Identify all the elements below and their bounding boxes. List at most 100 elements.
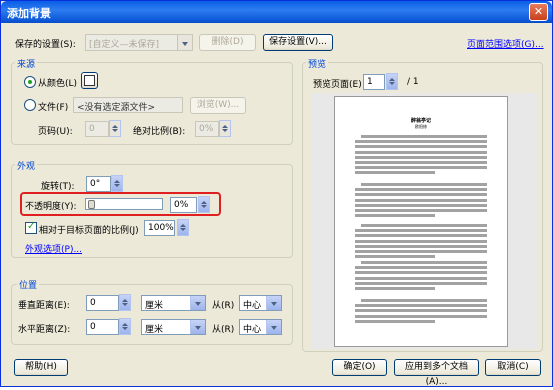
preview-text-line xyxy=(355,198,487,202)
source-group-label: 来源 xyxy=(15,57,38,70)
page-range-options-link[interactable]: 页面范围选项(G)... xyxy=(467,37,544,50)
preview-text-line xyxy=(355,234,487,238)
save-settings-button[interactable]: 保存设置(V)... xyxy=(263,34,333,51)
vertical-distance-field[interactable]: 0 xyxy=(86,295,119,311)
absolute-scale-spinner[interactable] xyxy=(219,120,231,137)
horizontal-from-label: 从(R) xyxy=(212,325,235,335)
preview-page-field[interactable]: 1 xyxy=(363,74,385,90)
appearance-group-label: 外观 xyxy=(15,159,38,172)
page-number-label: 页码(U): xyxy=(38,127,73,137)
close-button[interactable]: ✕ xyxy=(529,3,548,21)
relative-scale-spinner[interactable] xyxy=(177,219,189,236)
cancel-button[interactable]: 取消(C) xyxy=(485,359,541,376)
title-bar[interactable]: 添加背景 ✕ xyxy=(1,1,552,23)
preview-text-line xyxy=(355,150,487,154)
color-picker-button[interactable] xyxy=(81,72,98,89)
preview-text-line xyxy=(355,250,487,253)
appearance-options-link[interactable]: 外观选项(P)... xyxy=(25,242,82,255)
preview-text-line xyxy=(355,281,487,285)
saved-settings-value: [自定义—未保存] xyxy=(89,40,160,50)
apply-to-multiple-button[interactable]: 应用到多个文档(A)... xyxy=(394,359,479,387)
opacity-label: 不透明度(Y): xyxy=(25,202,77,212)
preview-text-line xyxy=(355,271,487,275)
vertical-from-select[interactable]: 中心 xyxy=(239,295,282,311)
relative-scale-checkbox[interactable] xyxy=(25,221,37,234)
saved-settings-label: 保存的设置(S): xyxy=(15,40,76,50)
horizontal-from-select[interactable]: 中心 xyxy=(239,319,282,335)
preview-doc-title: 醉翁亭记 xyxy=(410,118,431,124)
rotation-value: 0° xyxy=(90,179,101,189)
preview-text-line xyxy=(355,155,487,159)
horizontal-distance-label: 水平距离(Z): xyxy=(18,325,71,335)
chevron-down-icon[interactable] xyxy=(266,320,281,334)
chevron-down-icon[interactable] xyxy=(190,320,205,334)
color-swatch xyxy=(84,75,95,86)
preview-text-line xyxy=(355,145,487,149)
rotation-field[interactable]: 0° xyxy=(86,176,111,192)
vertical-distance-spinner[interactable] xyxy=(119,294,131,311)
absolute-scale-label: 绝对比例(B): xyxy=(133,127,186,137)
preview-text-line xyxy=(355,214,435,218)
browse-button[interactable]: 浏览(W)... xyxy=(190,97,246,114)
horizontal-distance-spinner[interactable] xyxy=(119,318,131,335)
chevron-down-icon[interactable] xyxy=(190,296,205,310)
vertical-from-label: 从(R) xyxy=(212,301,235,311)
horizontal-distance-value: 0 xyxy=(90,322,96,332)
delete-button[interactable]: 删除(D) xyxy=(199,34,256,51)
opacity-slider-thumb[interactable] xyxy=(88,200,95,209)
preview-text-line xyxy=(355,188,487,192)
preview-text-line xyxy=(361,299,487,302)
chevron-down-icon[interactable] xyxy=(177,35,192,50)
preview-text-line xyxy=(355,239,487,243)
preview-page-thumbnail: 醉翁亭记 欧阳修 xyxy=(334,96,508,347)
vertical-from-value: 中心 xyxy=(243,301,262,311)
preview-text-line xyxy=(355,161,487,164)
preview-page-value: 1 xyxy=(367,77,373,87)
preview-text-line xyxy=(355,314,487,318)
preview-group-label: 预览 xyxy=(306,57,329,70)
preview-text-line xyxy=(355,209,487,212)
preview-page-spinner[interactable] xyxy=(386,73,398,90)
rotation-spinner[interactable] xyxy=(111,175,123,192)
preview-text-line xyxy=(355,309,487,313)
from-color-radio[interactable] xyxy=(24,76,36,88)
preview-text-line xyxy=(355,166,487,170)
from-file-radio[interactable] xyxy=(24,99,36,111)
vertical-distance-value: 0 xyxy=(90,298,96,308)
preview-text-line xyxy=(355,244,487,248)
relative-scale-field[interactable]: 100% xyxy=(144,220,175,236)
preview-text-line xyxy=(355,171,435,175)
help-button[interactable]: 帮助(H) xyxy=(14,359,68,376)
ok-button[interactable]: 确定(O) xyxy=(332,359,387,376)
vertical-distance-label: 垂直距离(E): xyxy=(18,301,70,311)
absolute-scale-field[interactable]: 0% xyxy=(195,121,219,137)
opacity-spinner[interactable] xyxy=(198,196,210,213)
horizontal-unit-select[interactable]: 厘米 xyxy=(141,319,206,335)
chevron-down-icon[interactable] xyxy=(266,296,281,310)
file-path-value: <没有选定源文件> xyxy=(77,103,156,113)
page-number-field[interactable]: 0 xyxy=(85,121,109,137)
preview-text-line xyxy=(355,319,435,323)
preview-page-total: / 1 xyxy=(407,77,419,87)
position-group xyxy=(11,284,293,345)
page-number-spinner[interactable] xyxy=(109,120,121,137)
preview-text-line xyxy=(361,224,487,227)
preview-text-line xyxy=(361,135,487,138)
preview-page-label: 预览页面(E) xyxy=(313,80,362,90)
vertical-unit-select[interactable]: 厘米 xyxy=(141,295,206,311)
preview-text-line xyxy=(355,255,435,259)
file-path-field[interactable]: <没有选定源文件> xyxy=(73,97,183,113)
from-file-label: 文件(F) xyxy=(38,103,69,113)
preview-text-line xyxy=(355,203,487,207)
preview-text-line xyxy=(361,261,487,264)
dialog-title: 添加背景 xyxy=(7,7,51,20)
page-number-value: 0 xyxy=(89,124,95,134)
horizontal-distance-field[interactable]: 0 xyxy=(86,319,119,335)
horizontal-from-value: 中心 xyxy=(243,325,262,335)
opacity-field[interactable]: 0% xyxy=(170,197,197,213)
opacity-slider[interactable] xyxy=(85,198,163,210)
preview-text-line xyxy=(355,276,487,280)
vertical-unit-value: 厘米 xyxy=(145,301,164,311)
saved-settings-select[interactable]: [自定义—未保存] xyxy=(85,34,193,51)
preview-text-line xyxy=(355,140,487,144)
